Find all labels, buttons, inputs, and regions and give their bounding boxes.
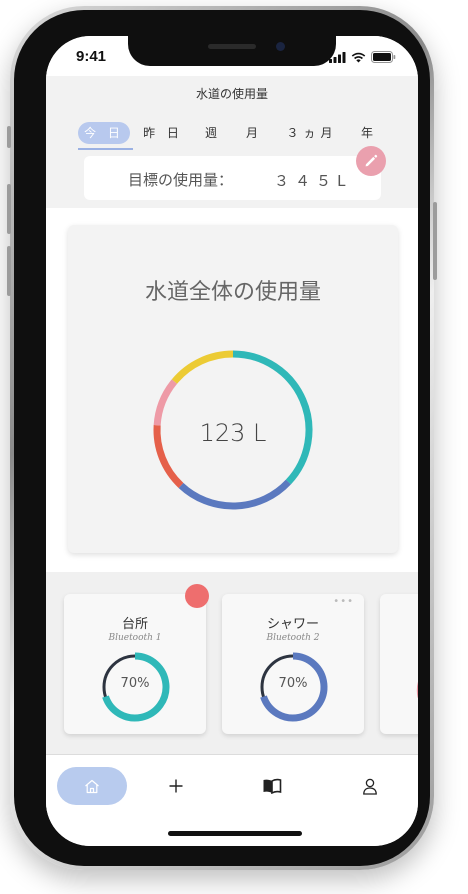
device-card-shower[interactable]: ••• シャワー Bluetooth 2 70%: [222, 594, 364, 734]
power-button: [433, 202, 437, 280]
nav-add[interactable]: [158, 767, 194, 805]
nav-guide[interactable]: [254, 767, 290, 805]
device-percent: 70%: [120, 676, 150, 691]
plus-icon: [169, 779, 183, 793]
period-tabs: 今 日 昨 日 週 月 ３ヵ月 年: [78, 122, 388, 144]
home-indicator: [168, 831, 302, 836]
ring-segment-1: [178, 479, 291, 510]
device-percent: 70%: [278, 676, 308, 691]
device-card-partial[interactable]: [380, 594, 418, 734]
tab-week[interactable]: 週: [200, 122, 226, 144]
goal-value: ３４５L: [274, 172, 353, 190]
device-card-kitchen[interactable]: 台所 Bluetooth 1 70%: [64, 594, 206, 734]
total-usage-value: 123 L: [199, 419, 267, 447]
devices-section: 台所 Bluetooth 1 70% ••• シャワー Bluetooth 2 …: [46, 572, 418, 754]
total-usage-title: 水道全体の使用量: [144, 280, 321, 305]
goal-card: 目標の使用量： ３４５L: [84, 156, 381, 200]
device-name: 台所: [121, 617, 148, 632]
pencil-icon: [365, 154, 378, 167]
active-tab-indicator: [78, 148, 133, 150]
device-subtitle: Bluetooth 1: [108, 633, 162, 643]
total-usage-card: 水道全体の使用量 123 L: [68, 225, 398, 553]
device-subtitle: Bluetooth 2: [266, 633, 320, 643]
tab-today[interactable]: 今 日: [78, 122, 130, 144]
battery-icon: [371, 51, 396, 63]
volume-up-button: [7, 184, 11, 234]
tab-yesterday[interactable]: 昨 日: [140, 122, 186, 144]
speaker: [208, 44, 256, 49]
edit-goal-button[interactable]: [356, 146, 386, 176]
device-usage-ring: [416, 681, 418, 698]
phone-frame: 9:41 水道の使用量 今 日 昨 日 週 月 ３ヵ月 年 目標の使用量： ３４…: [7, 6, 437, 870]
wifi-icon: [351, 52, 366, 62]
home-icon: [85, 779, 99, 793]
nav-profile[interactable]: [352, 767, 388, 805]
volume-down-button: [7, 246, 11, 296]
tab-month[interactable]: 月: [241, 122, 267, 144]
ring-segment-0: [232, 350, 313, 485]
page-title: 水道の使用量: [195, 87, 268, 101]
tab-year[interactable]: 年: [356, 122, 382, 144]
screen: 9:41 水道の使用量 今 日 昨 日 週 月 ３ヵ月 年 目標の使用量： ３４…: [46, 36, 418, 846]
user-icon: [363, 778, 377, 795]
device-name: シャワー: [266, 617, 319, 632]
nav-home[interactable]: [57, 767, 127, 805]
mute-switch: [7, 126, 11, 148]
status-time: 9:41: [76, 48, 107, 65]
notch: [128, 36, 336, 66]
front-camera: [276, 42, 285, 51]
more-icon[interactable]: •••: [333, 596, 354, 607]
status-icons: [329, 51, 396, 63]
goal-label: 目標の使用量：: [128, 171, 234, 189]
book-icon: [263, 778, 282, 794]
ring-segment-4: [171, 350, 234, 384]
alert-badge[interactable]: [185, 584, 209, 608]
tab-three-months[interactable]: ３ヵ月: [281, 122, 343, 144]
